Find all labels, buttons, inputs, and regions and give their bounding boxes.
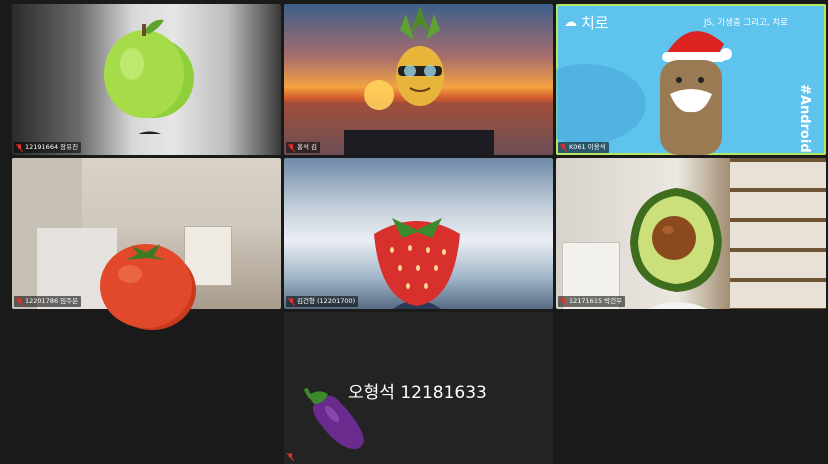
hashtag-text: #Android bbox=[797, 84, 812, 153]
participant-name-label: 12171615 박건우 bbox=[558, 296, 626, 307]
strawberry-avatar-icon bbox=[374, 218, 460, 309]
video-tile-5[interactable]: 김건형 (12201700) bbox=[284, 158, 553, 309]
muted-mic-icon bbox=[288, 143, 295, 152]
background-blob bbox=[556, 64, 646, 144]
tomato-avatar-icon bbox=[100, 244, 196, 330]
participant-name-label: 12191664 장유진 bbox=[14, 142, 82, 153]
video-tile-7-video-off[interactable]: 오형석 12181633 bbox=[284, 312, 553, 464]
video-tile-1[interactable]: 12191664 장유진 bbox=[12, 4, 281, 155]
participant-name-label: K061 이용석 bbox=[558, 142, 609, 153]
pineapple-avatar-icon bbox=[396, 6, 444, 106]
participant-name-label: 12201786 임주은 bbox=[14, 296, 82, 307]
apple-avatar-icon bbox=[104, 19, 194, 134]
participant-name-label: 홍석 김 bbox=[286, 142, 321, 153]
muted-mic-icon bbox=[16, 297, 23, 306]
muted-mic-icon bbox=[288, 297, 295, 306]
muted-mic-icon bbox=[287, 453, 294, 461]
avocado-avatar-icon bbox=[630, 188, 722, 309]
participant-name-label: 김건형 (12201700) bbox=[286, 296, 359, 307]
dj-mixer-shape bbox=[344, 130, 494, 155]
video-tile-6[interactable]: 12171615 박건우 bbox=[556, 158, 826, 309]
bookshelf-shape bbox=[730, 158, 826, 309]
brand-logo: ☁ 치로 bbox=[564, 14, 609, 32]
cloud-icon: ☁ bbox=[564, 15, 577, 30]
participant-display-name: 오형석 12181633 bbox=[348, 383, 487, 403]
potato-santa-avatar-icon bbox=[660, 31, 732, 155]
video-tile-2[interactable]: 홍석 김 bbox=[284, 4, 553, 155]
muted-mic-icon bbox=[16, 143, 23, 152]
muted-mic-icon bbox=[560, 297, 567, 306]
video-tile-3-active-speaker[interactable]: ☁ 치로 JS, 기생충 그리고, 치로 #Android K061 이용석 bbox=[556, 4, 826, 155]
muted-mic-icon bbox=[560, 143, 567, 152]
